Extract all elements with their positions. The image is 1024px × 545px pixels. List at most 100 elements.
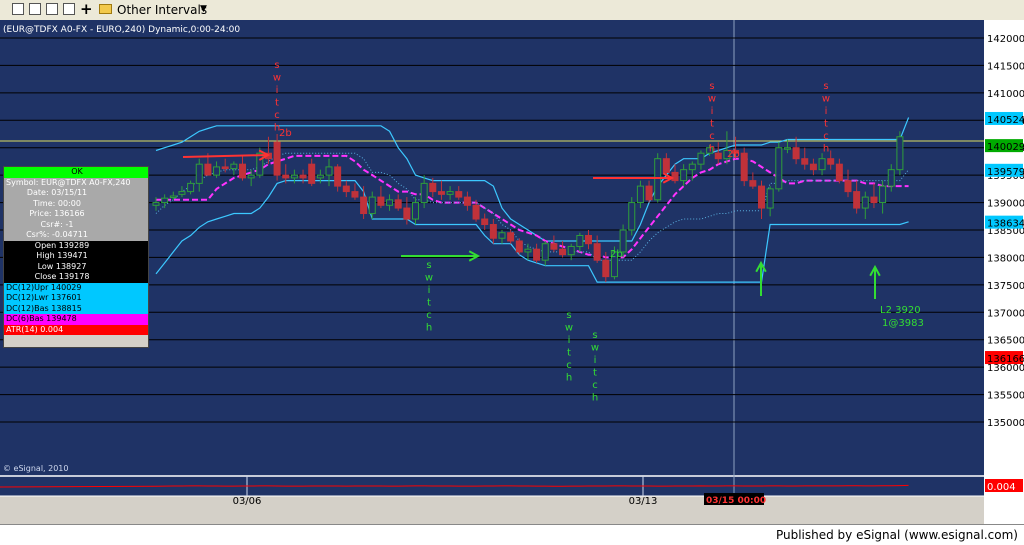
candle-body xyxy=(481,218,489,226)
candle-body xyxy=(230,163,238,170)
candle-body xyxy=(645,185,653,201)
data-window-high: High 139471 xyxy=(4,251,148,262)
annotation-text: L2 3920 xyxy=(880,305,921,316)
candle-body xyxy=(576,234,584,247)
data-window[interactable]: OK Symbol: EUR@TDFX A0-FX,240 Date: 03/1… xyxy=(3,166,149,348)
candle-body xyxy=(809,163,817,171)
data-window-csr: Csr#: -1 xyxy=(4,219,148,230)
candle-body xyxy=(463,196,471,206)
candle-body xyxy=(299,174,307,179)
candle-body xyxy=(247,174,255,179)
candle-body xyxy=(204,163,212,176)
candle-body xyxy=(541,243,549,261)
price-tick-label: 139000 xyxy=(987,199,1024,210)
time-tick-label: 03/13 xyxy=(629,496,658,507)
grid-tool-icon[interactable] xyxy=(29,3,41,15)
price-tick-label: 138000 xyxy=(987,253,1024,264)
candle-body xyxy=(861,196,869,209)
candle-body xyxy=(386,199,394,206)
interval-selector[interactable]: Other Intervals xyxy=(117,3,207,17)
candle-body xyxy=(680,169,688,182)
chevron-down-icon[interactable]: ▼ xyxy=(200,4,207,14)
toolbar: + Other Intervals ▼ xyxy=(0,0,1024,21)
candle-body xyxy=(879,185,887,204)
candle-body xyxy=(654,158,662,201)
price-tick-label: 135000 xyxy=(987,418,1024,429)
time-axis xyxy=(0,496,984,524)
candle-body xyxy=(801,158,809,165)
candle-body xyxy=(239,163,246,179)
price-tick-label: 136500 xyxy=(987,336,1024,347)
candle-body xyxy=(256,152,264,176)
candle-body xyxy=(671,171,679,182)
candle-body xyxy=(472,204,480,220)
candle-body xyxy=(662,158,670,173)
properties-icon[interactable] xyxy=(63,3,75,15)
data-window-close: Close 139178 xyxy=(4,272,148,283)
price-chart[interactable]: s w i t c h2bs w i t c hs w i t c hs w i t c h2bs w i t c h 2bs w i t… xyxy=(0,20,1024,524)
candle-body xyxy=(325,166,333,176)
candle-body xyxy=(213,166,221,176)
candle-body xyxy=(221,166,229,170)
candle-body xyxy=(351,191,359,198)
candle-body xyxy=(282,174,290,179)
table-tool-icon[interactable] xyxy=(46,3,58,15)
candle-body xyxy=(567,245,575,256)
candle-body xyxy=(524,248,532,253)
annotation-text: 1@3983 xyxy=(882,318,924,329)
indicator-flag-label: 0.004 xyxy=(987,482,1016,493)
candle-body xyxy=(403,207,411,220)
candle-body xyxy=(783,147,791,150)
candle-body xyxy=(515,240,523,253)
candle-body xyxy=(308,163,316,184)
candle-body xyxy=(896,136,904,171)
folder-icon[interactable] xyxy=(99,4,112,14)
annotation-text: 2b xyxy=(727,149,740,160)
candle-body xyxy=(437,191,445,195)
candle-body xyxy=(844,180,852,193)
data-window-open: Open 139289 xyxy=(4,240,148,251)
candle-body xyxy=(412,202,419,220)
candle-body xyxy=(178,191,186,195)
candle-body xyxy=(455,191,463,198)
data-window-time: Time: 00:00 xyxy=(4,198,148,209)
data-window-date: Date: 03/15/11 xyxy=(4,188,148,199)
data-window-atr: ATR(14) 0.004 xyxy=(4,324,148,335)
candle-body xyxy=(334,166,342,187)
cursor-date: 03/15 00:00 xyxy=(706,496,766,506)
candle-body xyxy=(533,248,541,261)
candle-body xyxy=(758,185,765,209)
data-window-csr-pct: Csr%: -0.04711 xyxy=(4,230,148,241)
candle-body xyxy=(766,188,774,209)
candle-body xyxy=(152,202,160,206)
candle-body xyxy=(446,191,454,195)
price-flag-label: 140524 xyxy=(987,115,1024,126)
data-window-dc12-bas: DC(12)Bas 138815 xyxy=(4,303,148,314)
candle-body xyxy=(628,202,636,231)
footer: Published by eSignal (www.esignal.com) xyxy=(0,524,1024,545)
candle-body xyxy=(169,195,177,198)
data-window-status: OK xyxy=(4,167,148,178)
data-window-dc12-upr: DC(12)Upr 140029 xyxy=(4,282,148,293)
plus-icon[interactable]: + xyxy=(80,0,93,18)
candle-body xyxy=(498,232,506,239)
candle-body xyxy=(489,224,497,239)
chart-tool-icon[interactable] xyxy=(12,3,24,15)
data-window-dc12-lwr: DC(12)Lwr 137601 xyxy=(4,293,148,304)
candle-body xyxy=(714,152,722,160)
data-window-low: Low 138927 xyxy=(4,261,148,272)
candle-body xyxy=(602,259,610,278)
candle-body xyxy=(368,196,376,215)
candle-body xyxy=(195,163,203,184)
candle-body xyxy=(593,243,601,261)
candle-body xyxy=(870,196,878,204)
candle-body xyxy=(853,191,861,209)
annotation-text: 2b xyxy=(610,249,623,260)
candle-body xyxy=(740,152,748,182)
price-flag-label: 139579 xyxy=(987,167,1024,178)
chart-title: (EUR@TDFX A0-FX - EURO,240) Dynamic,0:00… xyxy=(3,25,240,35)
data-window-symbol: Symbol: EUR@TDFX A0-FX,240 xyxy=(4,177,148,188)
candle-body xyxy=(835,163,843,182)
candle-body xyxy=(377,196,385,206)
candle-body xyxy=(273,141,281,176)
